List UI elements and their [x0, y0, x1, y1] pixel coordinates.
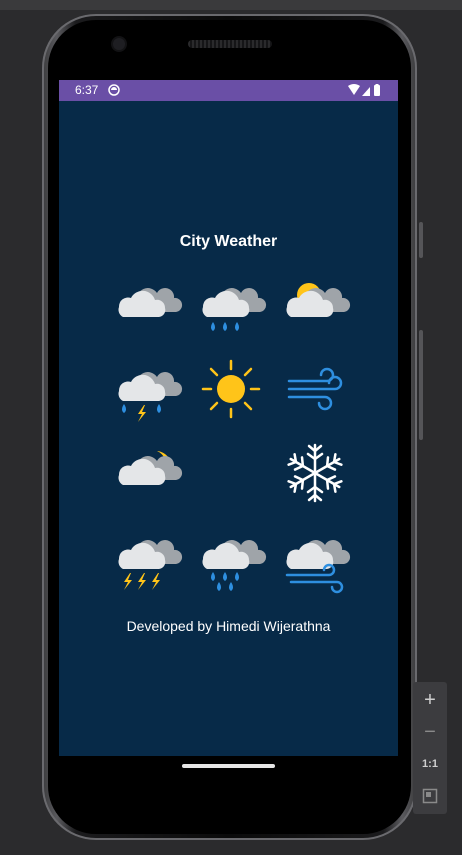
- earpiece-speaker: [188, 40, 272, 48]
- status-time: 6:37: [75, 83, 99, 97]
- status-bar: 6:37: [59, 80, 398, 101]
- sun-icon: [191, 349, 271, 429]
- developer-credit: Developed by Himedi Wijerathna: [126, 618, 331, 634]
- fit-screen-icon: [422, 788, 438, 804]
- windy-cloud-icon: [275, 517, 355, 597]
- home-gesture-bar[interactable]: [182, 764, 275, 768]
- emulator-zoom-toolbar: + − 1:1: [413, 682, 447, 814]
- page-title: City Weather: [179, 233, 278, 250]
- heavy-thunderstorm-icon: [107, 517, 187, 597]
- zoom-in-button[interactable]: +: [413, 684, 447, 716]
- wifi-icon: [348, 84, 360, 95]
- cloudy-night-icon: [107, 433, 187, 513]
- partly-sunny-icon: [275, 265, 355, 345]
- battery-icon: [374, 85, 380, 96]
- power-button[interactable]: [419, 222, 423, 258]
- rain-cloud-icon: [191, 265, 271, 345]
- actual-size-button[interactable]: 1:1: [413, 748, 447, 780]
- weather-icon-grid: [104, 265, 354, 605]
- zoom-out-button[interactable]: −: [413, 716, 447, 748]
- wind-icon: [275, 349, 355, 429]
- emulator-top-strip: [0, 0, 462, 10]
- fit-screen-button[interactable]: [413, 780, 447, 812]
- snowflake-icon: [275, 433, 355, 513]
- cloudy-icon: [107, 265, 187, 345]
- heavy-rain-icon: [191, 517, 271, 597]
- crescent-moon-icon: [191, 433, 271, 513]
- app-notification-icon: [108, 84, 120, 96]
- app-screen: 6:37 City Weather Developed by Himedi Wi…: [59, 80, 398, 756]
- volume-button[interactable]: [419, 330, 423, 440]
- emulator-window: 6:37 City Weather Developed by Himedi Wi…: [0, 0, 462, 855]
- status-indicators: [348, 84, 380, 96]
- front-camera: [113, 38, 125, 50]
- thunderstorm-rain-icon: [107, 349, 187, 429]
- cellular-signal-icon: [362, 87, 370, 96]
